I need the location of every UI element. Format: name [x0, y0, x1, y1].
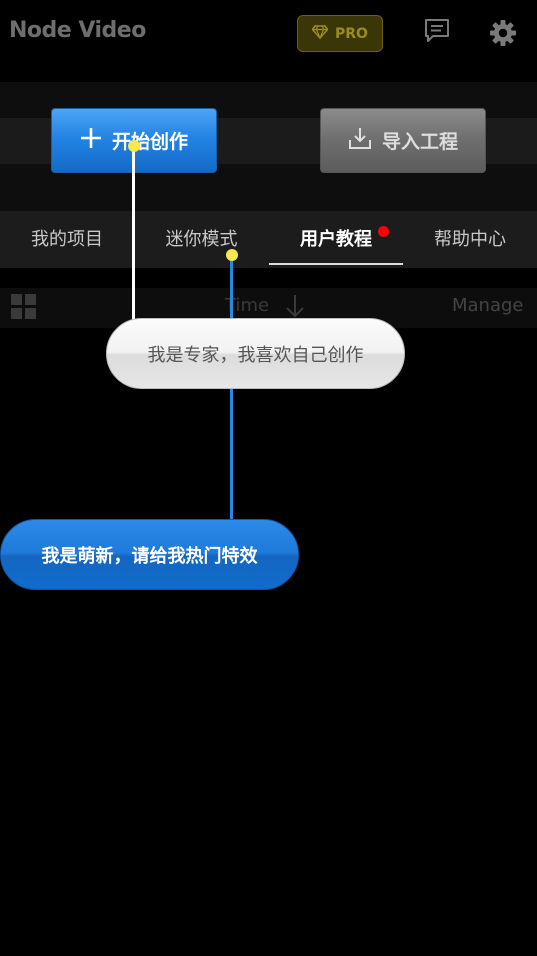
message-icon[interactable]	[424, 18, 450, 48]
app-title: Node Video	[9, 18, 146, 43]
tab-mini-mode[interactable]: 迷你模式	[134, 211, 269, 268]
newbie-pointer-dot	[226, 249, 238, 261]
expert-choice-label: 我是专家，我喜欢自己创作	[147, 344, 364, 366]
pro-button[interactable]: PRO	[297, 15, 383, 52]
grid-view-icon[interactable]	[11, 294, 37, 324]
tab-my-projects[interactable]: 我的项目	[0, 211, 134, 268]
plus-icon	[80, 127, 102, 154]
import-project-button[interactable]: 导入工程	[320, 108, 486, 173]
expert-choice-button[interactable]: 我是专家，我喜欢自己创作	[106, 318, 405, 389]
manage-button[interactable]: Manage	[452, 295, 524, 316]
diamond-icon	[311, 24, 329, 43]
expert-pointer-line	[132, 146, 135, 320]
start-create-label: 开始创作	[111, 131, 188, 153]
expert-pointer-dot	[128, 140, 140, 152]
gear-icon[interactable]	[489, 19, 517, 51]
notification-badge	[378, 226, 389, 237]
import-project-label: 导入工程	[381, 131, 458, 153]
active-tab-indicator	[269, 263, 403, 265]
newbie-choice-label: 我是萌新，请给我热门特效	[41, 545, 258, 567]
tab-user-tutorial[interactable]: 用户教程	[269, 211, 403, 268]
tab-bar: 我的项目 迷你模式 用户教程 帮助中心	[0, 211, 537, 268]
newbie-choice-button[interactable]: 我是萌新，请给我热门特效	[0, 519, 299, 590]
download-icon	[348, 126, 372, 155]
pro-label: PRO	[335, 25, 368, 42]
tab-help-center[interactable]: 帮助中心	[403, 211, 537, 268]
